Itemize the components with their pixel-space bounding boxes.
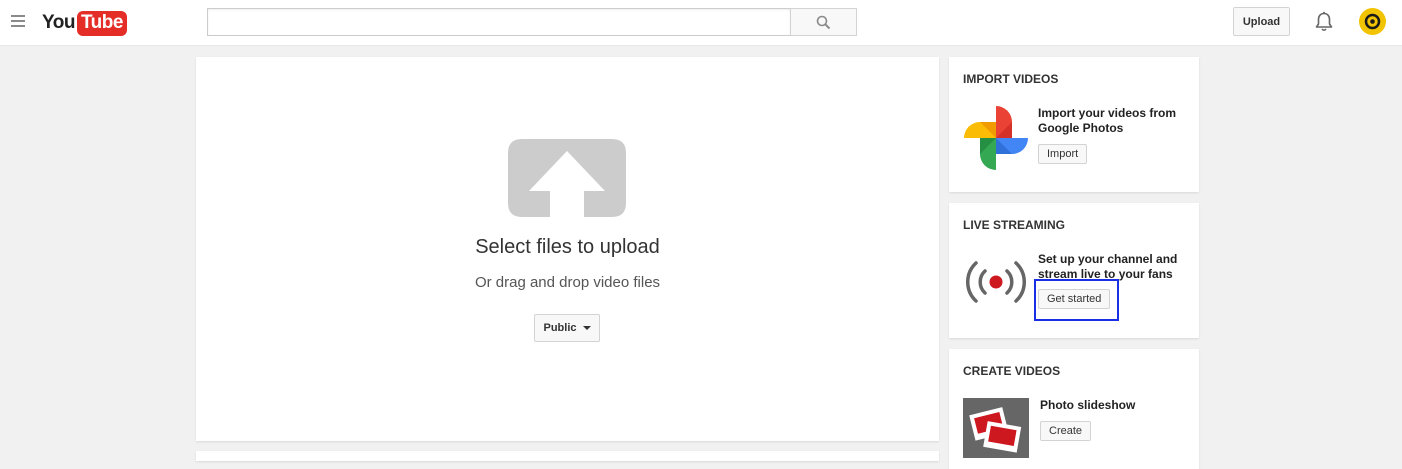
search-input[interactable]	[207, 8, 791, 36]
upload-arrow-icon[interactable]	[508, 139, 626, 217]
google-photos-icon	[964, 106, 1028, 170]
logo-text-you: You	[42, 12, 75, 33]
import-videos-text: Import your videos from Google Photos	[1038, 106, 1177, 135]
get-started-button[interactable]: Get started	[1038, 289, 1111, 309]
secondary-card	[196, 451, 939, 461]
youtube-logo[interactable]: You Tube	[42, 10, 127, 36]
create-button[interactable]: Create	[1040, 421, 1092, 441]
photo-slideshow-icon	[963, 398, 1029, 458]
live-streaming-card: LIVE STREAMING Set up your channel and s…	[949, 203, 1199, 338]
live-streaming-text: Set up your channel and stream live to y…	[1038, 252, 1178, 281]
privacy-dropdown[interactable]: Public	[534, 314, 600, 342]
live-streaming-heading: LIVE STREAMING	[963, 218, 1066, 232]
logo-text-tube: Tube	[76, 10, 127, 36]
photo-slideshow-text: Photo slideshow	[1040, 398, 1136, 412]
avatar-icon	[1364, 13, 1381, 30]
upload-subtitle: Or drag and drop video files	[474, 274, 661, 291]
import-button[interactable]: Import	[1038, 144, 1088, 164]
masthead: You Tube Upload	[0, 0, 1402, 46]
import-videos-card: IMPORT VIDEOS Import your videos from Go…	[949, 57, 1199, 192]
bell-icon	[1315, 11, 1333, 32]
create-videos-heading: CREATE VIDEOS	[963, 364, 1061, 378]
search-icon	[816, 15, 831, 29]
live-broadcast-icon	[966, 261, 1026, 303]
upload-button[interactable]: Upload	[1233, 7, 1290, 36]
upload-title: Select files to upload	[475, 236, 660, 258]
create-videos-card: CREATE VIDEOS Photo slideshow Create	[949, 349, 1199, 469]
privacy-label: Public	[543, 322, 577, 334]
import-videos-heading: IMPORT VIDEOS	[963, 72, 1059, 86]
menu-icon[interactable]	[11, 15, 25, 27]
upload-dropzone[interactable]: Select files to upload Or drag and drop …	[196, 57, 939, 441]
notifications-button[interactable]	[1314, 11, 1334, 33]
caret-down-icon	[582, 326, 591, 330]
search-button[interactable]	[790, 8, 857, 36]
account-avatar[interactable]	[1359, 8, 1386, 35]
